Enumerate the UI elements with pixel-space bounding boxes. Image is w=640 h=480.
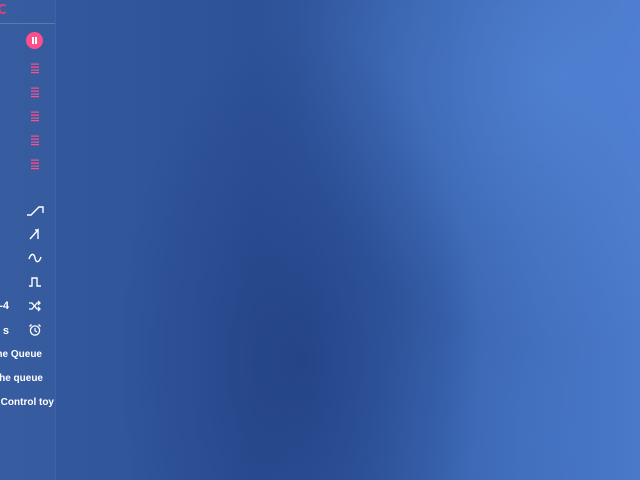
list-icon [31,135,39,146]
list-button-2[interactable] [25,83,45,101]
menu-item-queue-2[interactable]: he queue [0,373,43,385]
list-button-1[interactable] [25,59,45,77]
pattern-sine-button[interactable] [25,249,45,267]
app-logo: C [0,3,6,18]
shuffle-icon [29,300,41,312]
pattern-ramp-button[interactable] [25,201,45,219]
pause-icon [32,37,37,44]
pattern-square-button[interactable] [25,273,45,291]
control-sidebar: C [0,0,56,480]
menu-item-control-toy[interactable]: Control toy [1,397,54,409]
alarm-label: s [2,325,9,337]
shuffle-label: -4 [0,300,9,312]
menu-item-queue[interactable]: he Queue [0,349,42,361]
main-background [56,0,640,480]
list-button-4[interactable] [25,131,45,149]
pattern-saw-button[interactable] [25,225,45,243]
list-icon [31,111,39,122]
alarm-clock-icon [29,324,41,336]
sine-wave-icon [28,253,42,263]
list-button-3[interactable] [25,107,45,125]
list-button-5[interactable] [25,155,45,173]
list-icon [31,159,39,170]
saw-up-icon [29,228,39,240]
pattern-shuffle-button[interactable] [25,297,45,315]
alarm-button[interactable] [25,321,45,339]
list-icon [31,87,39,98]
ramp-up-icon [27,206,44,216]
sidebar-header: C [0,0,55,24]
square-wave-icon [29,277,41,287]
list-icon [31,63,39,74]
pause-button[interactable] [26,32,43,49]
